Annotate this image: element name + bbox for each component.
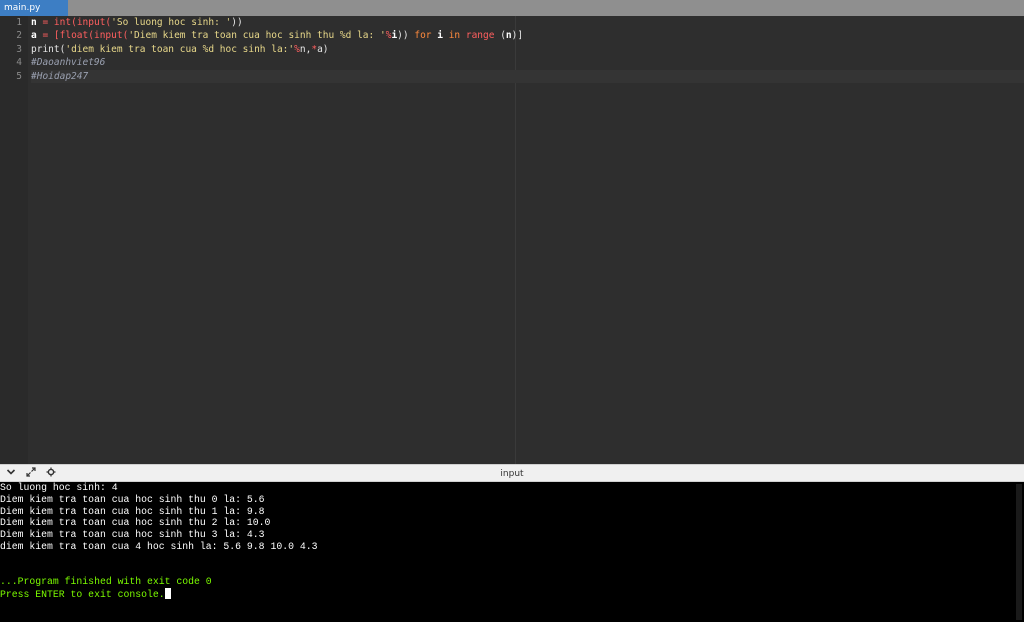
line-number-gutter: 1 2 3 4 5: [0, 16, 28, 464]
console-scrollbar[interactable]: [1016, 484, 1022, 620]
console-line: Press ENTER to exit console.: [0, 588, 317, 600]
console-line-text: ...Program finished with exit code 0: [0, 576, 212, 588]
code-token: (: [494, 30, 506, 42]
code-token: range: [460, 30, 495, 42]
console-line: Diem kiem tra toan cua hoc sinh thu 0 la…: [0, 494, 317, 506]
console-output[interactable]: So luong hoc sinh: 4 Diem kiem tra toan c…: [0, 482, 1024, 622]
console-line-text: diem kiem tra toan cua 4 hoc sinh la: 5.…: [0, 540, 318, 552]
console-line-text: So luong hoc sinh: 4: [0, 482, 118, 493]
console-line-text: Diem kiem tra toan cua hoc sinh thu 3 la…: [0, 529, 265, 541]
code-token: ): [322, 43, 329, 55]
code-token: )]: [511, 30, 524, 42]
console-line: Diem kiem tra toan cua hoc sinh thu 3 la…: [0, 529, 317, 541]
code-line[interactable]: n = int(input('So luong hoc sinh: ')): [31, 16, 1024, 29]
code-area[interactable]: n = int(input('So luong hoc sinh: ')) a =…: [31, 16, 1024, 83]
code-token: )): [231, 17, 243, 28]
line-number: 2: [16, 30, 22, 42]
text-cursor: [164, 588, 171, 600]
code-line[interactable]: print('diem kiem tra toan cua %d hoc sin…: [31, 43, 1024, 56]
code-editor[interactable]: 1 2 3 4 5 n = int(input('So luong hoc si…: [0, 16, 1024, 464]
console-line: ...Program finished with exit code 0: [0, 576, 317, 588]
console-line-text: Diem kiem tra toan cua hoc sinh thu 1 la…: [0, 505, 265, 517]
code-token: = [: [36, 30, 60, 42]
code-line[interactable]: #Hoidap247: [31, 69, 1024, 83]
code-token: for: [414, 30, 432, 42]
console-line-text: Diem kiem tra toan cua hoc sinh thu 0 la…: [0, 493, 265, 505]
code-token: input: [93, 30, 123, 42]
code-token: 'Diem kiem tra toan cua hoc sinh thu %d …: [128, 30, 386, 42]
line-number: 5: [16, 70, 22, 82]
console-line: Diem kiem tra toan cua hoc sinh thu 1 la…: [0, 506, 317, 518]
console-line-text: Press ENTER to exit console.: [0, 589, 165, 601]
console-line: diem kiem tra toan cua 4 hoc sinh la: 5.…: [0, 541, 317, 553]
console-toolbar: input: [0, 464, 1024, 482]
console-line: Diem kiem tra toan cua hoc sinh thu 2 la…: [0, 517, 317, 529]
code-line[interactable]: #Daoanhviet96: [31, 56, 1024, 69]
code-line[interactable]: a = [float(input('Diem kiem tra toan cua…: [31, 29, 1024, 42]
code-token: #Hoidap247: [31, 70, 89, 82]
code-token: =: [36, 17, 54, 28]
console-text: So luong hoc sinh: 4 Diem kiem tra toan c…: [0, 482, 317, 600]
tab-main-py[interactable]: main.py: [0, 0, 68, 16]
code-token: in: [448, 30, 461, 42]
code-token: )): [397, 30, 415, 42]
tab-bar: main.py: [0, 0, 1024, 16]
code-token: 'diem kiem tra toan cua %d hoc sinh la:': [65, 43, 295, 55]
code-token: int: [53, 17, 72, 28]
code-token: print: [31, 43, 60, 55]
console-line: So luong hoc sinh: 4: [0, 482, 317, 494]
line-number: 3: [16, 43, 22, 55]
print-margin-line: [515, 16, 516, 464]
line-number: 4: [16, 57, 22, 69]
code-token: #Daoanhviet96: [31, 57, 106, 69]
code-token: input: [76, 17, 106, 28]
console-line-text: Diem kiem tra toan cua hoc sinh thu 2 la…: [0, 517, 271, 529]
code-token: i: [431, 30, 449, 42]
console-title: input: [500, 469, 524, 479]
code-token: float: [59, 30, 89, 42]
line-number: 1: [16, 17, 22, 28]
code-token: 'So luong hoc sinh: ': [111, 17, 232, 28]
